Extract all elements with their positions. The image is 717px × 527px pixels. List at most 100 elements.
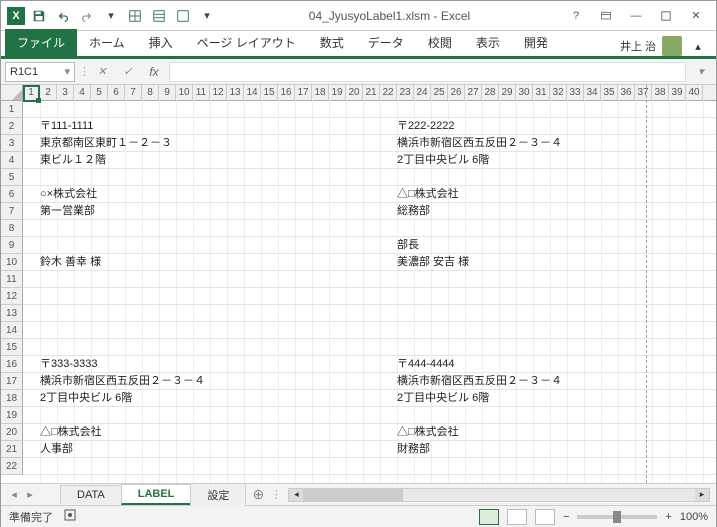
row-header[interactable]: 1 (1, 101, 23, 118)
sheet-tab-data[interactable]: DATA (60, 485, 122, 504)
scroll-right-icon[interactable]: ▸ (695, 489, 709, 501)
view-pagebreak-icon[interactable] (535, 509, 555, 525)
view-pagelayout-icon[interactable] (507, 509, 527, 525)
zoom-out-icon[interactable]: − (563, 511, 569, 523)
row-cells[interactable] (23, 101, 716, 118)
col-header[interactable]: 2 (40, 85, 57, 100)
col-header[interactable]: 12 (210, 85, 227, 100)
col-header[interactable]: 35 (601, 85, 618, 100)
cell-value[interactable]: 〒222-2222 (397, 118, 455, 135)
col-header[interactable]: 30 (516, 85, 533, 100)
row-cells[interactable] (23, 458, 716, 475)
col-header[interactable]: 6 (108, 85, 125, 100)
col-header[interactable]: 33 (567, 85, 584, 100)
row-cells[interactable] (23, 288, 716, 305)
col-header[interactable]: 39 (669, 85, 686, 100)
fx-icon[interactable]: fx (143, 62, 165, 82)
column-headers[interactable]: 1234567891011121314151617181920212223242… (1, 85, 716, 101)
row-cells[interactable]: 部長 (23, 237, 716, 254)
row-header[interactable]: 21 (1, 441, 23, 458)
macro-record-icon[interactable] (63, 508, 77, 525)
collapse-ribbon-icon[interactable]: ▴ (688, 36, 708, 56)
row-header[interactable]: 7 (1, 203, 23, 220)
col-header[interactable]: 8 (142, 85, 159, 100)
row-header[interactable]: 9 (1, 237, 23, 254)
row-header[interactable]: 6 (1, 186, 23, 203)
tab-pagelayout[interactable]: ページ レイアウト (185, 29, 308, 56)
col-header[interactable]: 4 (74, 85, 91, 100)
row-header[interactable]: 8 (1, 220, 23, 237)
row-header[interactable]: 18 (1, 390, 23, 407)
row-header[interactable]: 13 (1, 305, 23, 322)
row-cells[interactable] (23, 339, 716, 356)
col-header[interactable]: 27 (465, 85, 482, 100)
ribbon-options-icon[interactable] (592, 4, 620, 28)
cell-value[interactable]: ○×株式会社 (40, 186, 97, 203)
row-header[interactable]: 10 (1, 254, 23, 271)
col-header[interactable]: 19 (329, 85, 346, 100)
qat-grid3-icon[interactable] (173, 6, 193, 26)
cell-value[interactable]: 〒444-4444 (397, 356, 455, 373)
col-header[interactable]: 37 (635, 85, 652, 100)
sheet-tab-label[interactable]: LABEL (121, 484, 192, 505)
col-header[interactable]: 11 (193, 85, 210, 100)
redo-icon[interactable] (77, 6, 97, 26)
zoom-slider[interactable] (577, 515, 657, 519)
row-cells[interactable]: 2丁目中央ビル 6階2丁目中央ビル 6階 (23, 390, 716, 407)
row-cells[interactable] (23, 322, 716, 339)
row-header[interactable]: 12 (1, 288, 23, 305)
cell-value[interactable]: 〒333-3333 (40, 356, 98, 373)
cell-value[interactable]: 東京都南区東町１－２－３ (40, 135, 172, 152)
col-header[interactable]: 26 (448, 85, 465, 100)
expand-formula-icon[interactable]: ▾ (690, 62, 712, 82)
row-cells[interactable]: 東ビル１２階2丁目中央ビル 6階 (23, 152, 716, 169)
view-normal-icon[interactable] (479, 509, 499, 525)
row-header[interactable]: 2 (1, 118, 23, 135)
cell-value[interactable]: 横浜市新宿区西五反田２－３－４ (397, 373, 562, 390)
row-cells[interactable]: 東京都南区東町１－２－３横浜市新宿区西五反田２－３－４ (23, 135, 716, 152)
row-header[interactable]: 5 (1, 169, 23, 186)
scroll-thumb[interactable] (303, 489, 403, 501)
minimize-icon[interactable]: — (622, 4, 650, 28)
col-header[interactable]: 24 (414, 85, 431, 100)
close-icon[interactable]: ✕ (682, 4, 710, 28)
cell-value[interactable]: 2丁目中央ビル 6階 (40, 390, 132, 407)
cell-value[interactable]: △□株式会社 (397, 424, 459, 441)
row-cells[interactable]: 人事部財務部 (23, 441, 716, 458)
col-header[interactable]: 10 (176, 85, 193, 100)
save-icon[interactable] (29, 6, 49, 26)
col-header[interactable]: 14 (244, 85, 261, 100)
zoom-level[interactable]: 100% (680, 511, 708, 523)
row-header[interactable]: 22 (1, 458, 23, 475)
cell-value[interactable]: 第一営業部 (40, 203, 95, 220)
col-header[interactable]: 17 (295, 85, 312, 100)
row-cells[interactable] (23, 271, 716, 288)
help-icon[interactable]: ? (562, 4, 590, 28)
row-header[interactable]: 16 (1, 356, 23, 373)
qat-grid2-icon[interactable] (149, 6, 169, 26)
name-box[interactable]: R1C1▾ (5, 62, 75, 82)
formula-input[interactable] (169, 62, 686, 82)
col-header[interactable]: 36 (618, 85, 635, 100)
tab-data[interactable]: データ (356, 29, 416, 56)
tab-view[interactable]: 表示 (464, 29, 512, 56)
confirm-formula-icon[interactable]: ✓ (117, 62, 139, 82)
cell-value[interactable]: 部長 (397, 237, 419, 254)
horizontal-scrollbar[interactable]: ◂ ▸ (288, 488, 710, 502)
col-header[interactable]: 21 (363, 85, 380, 100)
row-header[interactable]: 3 (1, 135, 23, 152)
row-cells[interactable]: 鈴木 善幸 様美濃部 安吉 様 (23, 254, 716, 271)
col-header[interactable]: 28 (482, 85, 499, 100)
qat-grid1-icon[interactable] (125, 6, 145, 26)
row-header[interactable]: 20 (1, 424, 23, 441)
cancel-formula-icon[interactable]: ✕ (91, 62, 113, 82)
row-cells[interactable] (23, 220, 716, 237)
cell-value[interactable]: 2丁目中央ビル 6階 (397, 152, 489, 169)
user-name[interactable]: 井上 治 (620, 38, 656, 54)
col-header[interactable]: 16 (278, 85, 295, 100)
tab-file[interactable]: ファイル (5, 29, 77, 56)
select-all-corner[interactable] (1, 85, 23, 100)
undo-icon[interactable] (53, 6, 73, 26)
zoom-in-icon[interactable]: + (665, 511, 671, 523)
tab-home[interactable]: ホーム (77, 29, 137, 56)
